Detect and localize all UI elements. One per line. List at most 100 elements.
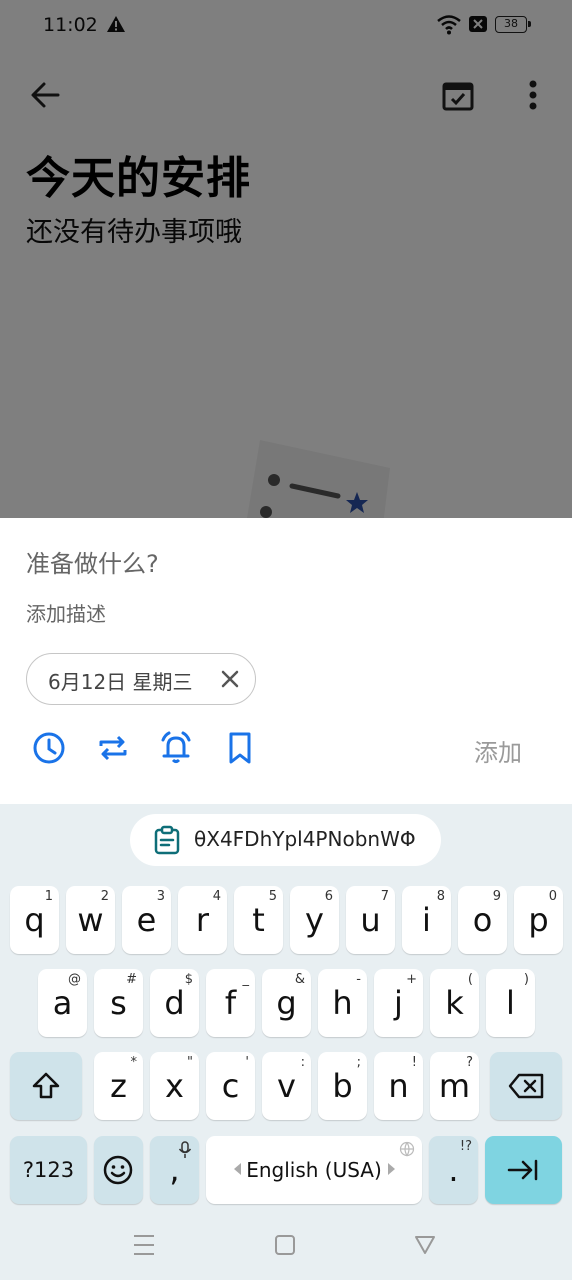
key-label: l: [506, 984, 515, 1022]
tab-arrow-icon: [507, 1159, 538, 1181]
key-g[interactable]: & g: [262, 969, 311, 1037]
bookmark-icon[interactable]: [222, 730, 258, 766]
key-q[interactable]: 1q: [10, 886, 59, 954]
key-hint: 7: [380, 889, 389, 904]
key-hint: #: [126, 972, 137, 987]
comma-key[interactable]: ,: [150, 1136, 199, 1204]
key-m[interactable]: ? m: [430, 1052, 479, 1120]
add-button[interactable]: 添加: [474, 733, 522, 768]
key-label: a: [52, 984, 73, 1022]
key-hint: *: [130, 1055, 138, 1070]
status-time: 11:02: [43, 14, 98, 36]
symbols-key-label: ?123: [22, 1158, 75, 1182]
key-label: m: [438, 1067, 471, 1105]
key-label: r: [195, 901, 210, 939]
warning-icon: [107, 16, 125, 32]
battery-icon: 38: [495, 16, 531, 33]
space-key[interactable]: English (USA): [206, 1136, 422, 1204]
period-key-hint: !?: [459, 1139, 472, 1154]
key-hint: 6: [324, 889, 333, 904]
key-d[interactable]: $ d: [150, 969, 199, 1037]
key-hint: 9: [492, 889, 501, 904]
key-label: z: [110, 1067, 127, 1105]
key-x[interactable]: " x: [150, 1052, 199, 1120]
home-icon[interactable]: [274, 1234, 296, 1256]
key-label: f: [224, 984, 237, 1022]
emoji-key[interactable]: [94, 1136, 143, 1204]
key-a[interactable]: @ a: [38, 969, 87, 1037]
key-label: x: [165, 1067, 184, 1105]
key-y[interactable]: 6y: [290, 886, 339, 954]
key-i[interactable]: 8i: [402, 886, 451, 954]
key-j[interactable]: + j: [374, 969, 423, 1037]
key-u[interactable]: 7u: [346, 886, 395, 954]
key-hint: ;: [356, 1055, 361, 1070]
key-hint: :: [300, 1055, 305, 1070]
page-title: 今天的安排: [26, 153, 251, 204]
next-key[interactable]: [485, 1136, 562, 1204]
comma-key-label: ,: [169, 1151, 180, 1189]
key-l[interactable]: ) l: [486, 969, 535, 1037]
clipboard-text: θX4FDhYpl4PNobnWΦ: [194, 827, 416, 851]
key-k[interactable]: (k: [430, 969, 479, 1037]
repeat-icon[interactable]: [95, 730, 131, 766]
period-key-label: .: [448, 1151, 459, 1189]
key-label: q: [24, 901, 45, 939]
key-o[interactable]: 9o: [458, 886, 507, 954]
calendar-check-icon[interactable]: [441, 79, 475, 113]
key-label: p: [528, 901, 549, 939]
key-b[interactable]: ; b: [318, 1052, 367, 1120]
key-hint: 4: [212, 889, 221, 904]
key-e[interactable]: 3e: [122, 886, 171, 954]
back-icon[interactable]: [414, 1234, 436, 1256]
clock-icon[interactable]: [31, 730, 67, 766]
key-hint: -: [356, 972, 361, 987]
key-hint: 0: [548, 889, 557, 904]
key-v[interactable]: :v: [262, 1052, 311, 1120]
key-label: v: [277, 1067, 296, 1105]
key-hint: ": [187, 1055, 193, 1070]
period-key[interactable]: !? .: [429, 1136, 478, 1204]
more-options-icon[interactable]: [518, 78, 548, 112]
space-right-arrow-icon: [388, 1163, 395, 1175]
alarm-icon[interactable]: [158, 730, 194, 766]
clipboard-icon: [154, 825, 180, 855]
system-nav-bar: [0, 1216, 572, 1280]
key-n[interactable]: ! n: [374, 1052, 423, 1120]
close-icon[interactable]: [218, 667, 242, 691]
key-label: d: [164, 984, 185, 1022]
key-p[interactable]: 0p: [514, 886, 563, 954]
key-z[interactable]: * z: [94, 1052, 143, 1120]
key-label: s: [110, 984, 127, 1022]
key-c[interactable]: ' c: [206, 1052, 255, 1120]
wifi-icon: [437, 15, 461, 35]
backspace-key[interactable]: [490, 1052, 562, 1120]
clipboard-suggestion[interactable]: θX4FDhYpl4PNobnWΦ: [130, 814, 441, 866]
key-h[interactable]: -h: [318, 969, 367, 1037]
key-hint: +: [406, 972, 417, 987]
key-r[interactable]: 4r: [178, 886, 227, 954]
key-label: h: [332, 984, 353, 1022]
sim-card-icon: [469, 16, 487, 32]
key-hint: _: [242, 972, 250, 987]
task-screen: 11:02 38 今天的安排 还没有待办事项哦: [0, 0, 572, 518]
shift-key[interactable]: [10, 1052, 82, 1120]
symbols-key[interactable]: ?123: [10, 1136, 87, 1204]
task-description-input[interactable]: 添加描述: [26, 598, 106, 627]
key-t[interactable]: 5t: [234, 886, 283, 954]
empty-state-subtitle: 还没有待办事项哦: [26, 217, 242, 248]
key-f[interactable]: _ f: [206, 969, 255, 1037]
menu-icon[interactable]: [132, 1234, 156, 1256]
key-label: c: [221, 1067, 240, 1105]
due-date-chip[interactable]: 6月12日 星期三: [26, 653, 256, 705]
emoji-icon: [103, 1155, 133, 1185]
key-hint: !: [411, 1055, 417, 1070]
task-title-input[interactable]: 准备做什么?: [26, 544, 159, 579]
key-hint: ): [523, 972, 529, 987]
globe-icon: [399, 1141, 415, 1157]
back-arrow-icon[interactable]: [28, 78, 62, 112]
key-hint: 8: [436, 889, 445, 904]
key-s[interactable]: # s: [94, 969, 143, 1037]
due-date-label: 6月12日 星期三: [48, 670, 193, 694]
key-w[interactable]: 2w: [66, 886, 115, 954]
